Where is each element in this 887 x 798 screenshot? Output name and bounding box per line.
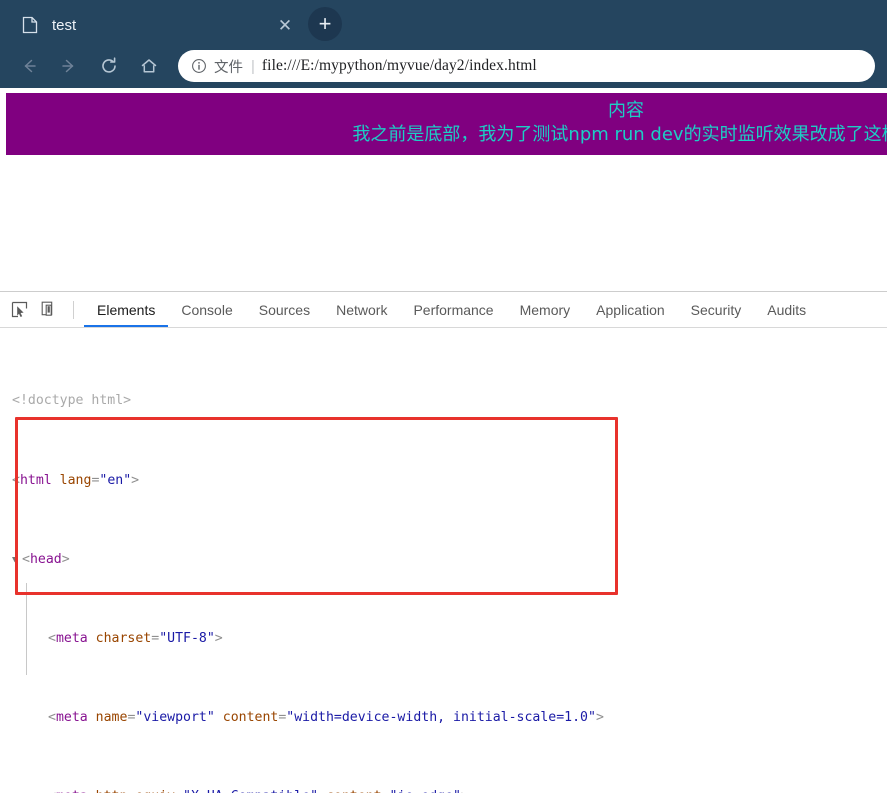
- new-tab-button[interactable]: +: [308, 7, 342, 41]
- dom-row-meta-compat[interactable]: <meta http-equiv="X-UA-Compatible" conte…: [0, 787, 887, 793]
- home-icon[interactable]: [132, 49, 166, 83]
- forward-icon[interactable]: [52, 49, 86, 83]
- file-scheme-label: 文件: [214, 56, 243, 77]
- expand-triangle-head[interactable]: ▼: [12, 551, 22, 571]
- tree-guide-line: [26, 583, 27, 675]
- devtools-tab-memory[interactable]: Memory: [507, 292, 584, 327]
- devtools-tab-list: Elements Console Sources Network Perform…: [84, 292, 819, 327]
- devtools-tab-performance[interactable]: Performance: [400, 292, 506, 327]
- browser-window: test ✕ +: [0, 0, 887, 798]
- dom-tree[interactable]: <!doctype html> <html lang="en"> ▼<head>…: [0, 328, 887, 793]
- browser-chrome: test ✕ +: [0, 0, 887, 88]
- omnibox-separator: |: [251, 58, 255, 75]
- tab-close-icon[interactable]: ✕: [272, 12, 298, 38]
- toolbar-divider: [73, 301, 74, 319]
- url-text: file:///E:/mypython/myvue/day2/index.htm…: [262, 57, 537, 75]
- address-bar[interactable]: 文件 | file:///E:/mypython/myvue/day2/inde…: [178, 50, 875, 82]
- back-icon[interactable]: [12, 49, 46, 83]
- device-toolbar-icon[interactable]: [35, 297, 63, 323]
- devtools-tab-sources[interactable]: Sources: [246, 292, 323, 327]
- dom-row-head[interactable]: ▼<head>: [0, 550, 887, 570]
- devtools-toolbar: Elements Console Sources Network Perform…: [0, 292, 887, 328]
- devtools-tab-elements[interactable]: Elements: [84, 292, 168, 327]
- devtools-tab-network[interactable]: Network: [323, 292, 400, 327]
- inspect-element-icon[interactable]: [5, 297, 33, 323]
- dom-row-doctype[interactable]: <!doctype html>: [0, 391, 887, 411]
- reload-icon[interactable]: [92, 49, 126, 83]
- dom-row-meta-charset[interactable]: <meta charset="UTF-8">: [0, 629, 887, 649]
- tab-strip: test ✕ +: [0, 0, 887, 44]
- dom-row-meta-viewport[interactable]: <meta name="viewport" content="width=dev…: [0, 708, 887, 728]
- devtools-tab-console[interactable]: Console: [168, 292, 245, 327]
- page-root-div: 内容 我之前是底部，我为了测试npm run dev的实时监听效果改成了这样: [6, 93, 887, 155]
- page-line-2: 我之前是底部，我为了测试npm run dev的实时监听效果改成了这样: [6, 123, 887, 147]
- info-circle-icon[interactable]: [191, 58, 207, 74]
- doctype-text: <!doctype html>: [12, 393, 131, 408]
- browser-tab-test[interactable]: test ✕: [8, 6, 308, 44]
- devtools-tab-application[interactable]: Application: [583, 292, 678, 327]
- navigation-toolbar: 文件 | file:///E:/mypython/myvue/day2/inde…: [0, 44, 887, 88]
- page-line-1: 内容: [6, 99, 887, 123]
- devtools-tab-security[interactable]: Security: [678, 292, 755, 327]
- page-file-icon: [22, 16, 38, 34]
- dom-row-html[interactable]: <html lang="en">: [0, 471, 887, 491]
- page-viewport: 内容 我之前是底部，我为了测试npm run dev的实时监听效果改成了这样: [0, 88, 887, 291]
- devtools-tab-audits[interactable]: Audits: [754, 292, 819, 327]
- devtools-panel: Elements Console Sources Network Perform…: [0, 291, 887, 793]
- tab-title: test: [52, 17, 272, 34]
